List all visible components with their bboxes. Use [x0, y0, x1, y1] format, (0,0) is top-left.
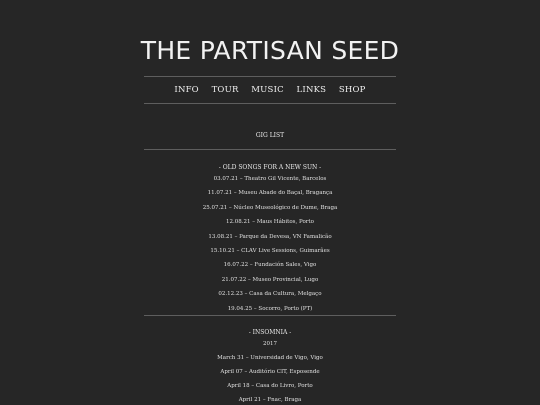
gig-item: 15.10.21 – CLAV Live Sessions, Guimarães — [210, 247, 330, 254]
nav-item-links[interactable]: LINKS — [297, 85, 327, 95]
old-songs-gig-list: 03.07.21 – Theatro Gil Vicente, Barcelos… — [0, 172, 540, 316]
gig-item: 12.08.21 – Maus Hábitos, Porto — [226, 219, 314, 226]
page: THE PARTISAN SEED INFO TOUR MUSIC LINKS … — [0, 0, 540, 405]
gig-item: 13.08.21 – Parque da Devesa, VN Famalicã… — [208, 233, 332, 240]
insomnia-year: 2017 — [263, 341, 277, 347]
gig-item: 21.07.22 – Museo Provincial, Lugo — [221, 276, 319, 283]
insomnia-gig-list: 2017 March 31 – Universidad de Vigo, Vig… — [0, 338, 540, 405]
site-title[interactable]: THE PARTISAN SEED — [0, 36, 540, 66]
nav-divider — [144, 103, 396, 104]
gig-item: April 21 – Fnac, Braga — [238, 396, 302, 403]
gig-item: 25.07.21 – Núcleo Museológico de Dume, B… — [202, 204, 338, 211]
top-divider — [144, 76, 396, 77]
main-nav: INFO TOUR MUSIC LINKS SHOP — [0, 83, 540, 97]
gig-item: 11.07.21 – Museu Abade do Baçal, Braganç… — [207, 190, 333, 197]
gig-list-divider — [144, 149, 396, 150]
gig-item: 02.12.23 – Casa da Cultura, Melgaço — [218, 291, 322, 298]
nav-item-tour[interactable]: TOUR — [212, 85, 239, 95]
gig-item: 19.04.25 – Socorro, Porto (PT) — [227, 305, 313, 312]
nav-item-shop[interactable]: SHOP — [339, 85, 366, 95]
gig-item: 16.07.22 – Fundación Sales, Vigo — [223, 262, 317, 269]
gig-item: 03.07.21 – Theatro Gil Vicente, Barcelos — [213, 176, 327, 182]
nav-item-info[interactable]: INFO — [174, 85, 198, 95]
nav-item-music[interactable]: MUSIC — [251, 85, 284, 95]
insomnia-heading: - INSOMNIA - — [248, 329, 292, 336]
gig-list-heading: GIG LIST — [255, 132, 285, 139]
gig-item: April 07 – Auditório CIT, Esposende — [220, 368, 320, 375]
gig-item: March 31 – Universidad de Vigo, Vigo — [217, 354, 323, 361]
old-songs-divider — [144, 315, 396, 316]
gig-item: April 18 – Casa do Livro, Porto — [227, 382, 313, 389]
